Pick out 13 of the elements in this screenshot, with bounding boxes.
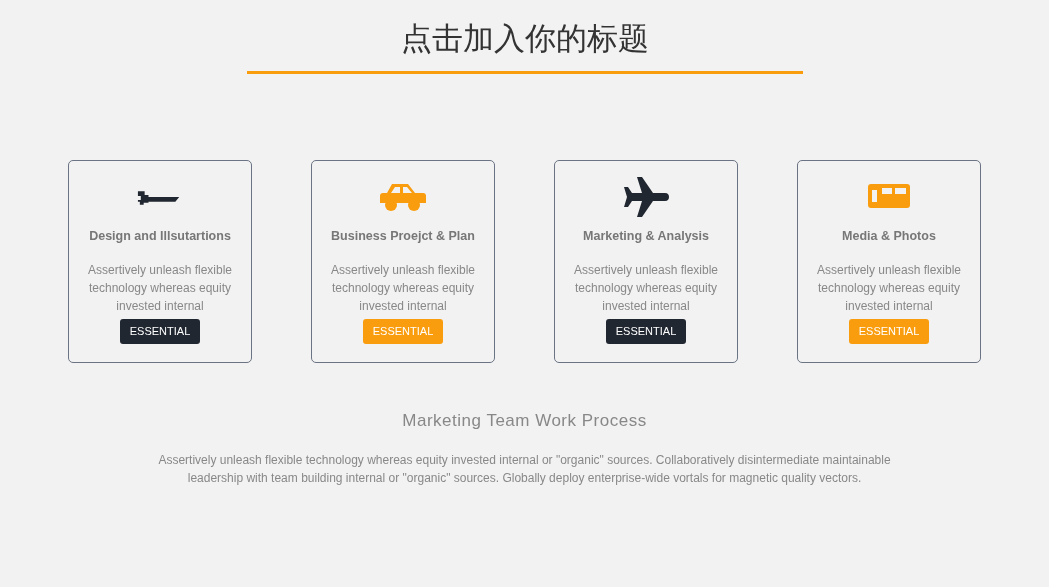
card-heading: Business Proejct & Plan bbox=[331, 228, 475, 246]
card-heading: Design and Illsutartions bbox=[89, 228, 231, 246]
essential-button[interactable]: ESSENTIAL bbox=[605, 319, 687, 344]
card-text: Assertively unleash flexible technology whereas equity invested internal bbox=[329, 262, 477, 316]
card-text: Assertively unleash flexible technology whereas equity invested internal bbox=[86, 262, 234, 316]
card-heading: Media & Photos bbox=[842, 228, 936, 246]
section-paragraph: Assertively unleash flexible technology whereas equity invested internal or "organic" sources. Collaboratively disintermediate maintainable leadership with team building internal or "organic" sources. Globally deploy enterprise-wide vortals for magnetic quality vectors. bbox=[157, 452, 892, 488]
card-text: Assertively unleash flexible technology whereas equity invested internal bbox=[815, 262, 963, 316]
card-heading: Marketing & Analysis bbox=[583, 228, 709, 246]
section-heading: Marketing Team Work Process bbox=[401, 410, 648, 432]
essential-button[interactable]: ESSENTIAL bbox=[119, 319, 201, 344]
page-title: 点击加入你的标题 bbox=[399, 19, 650, 58]
card-text: Assertively unleash flexible technology whereas equity invested internal bbox=[572, 262, 720, 316]
